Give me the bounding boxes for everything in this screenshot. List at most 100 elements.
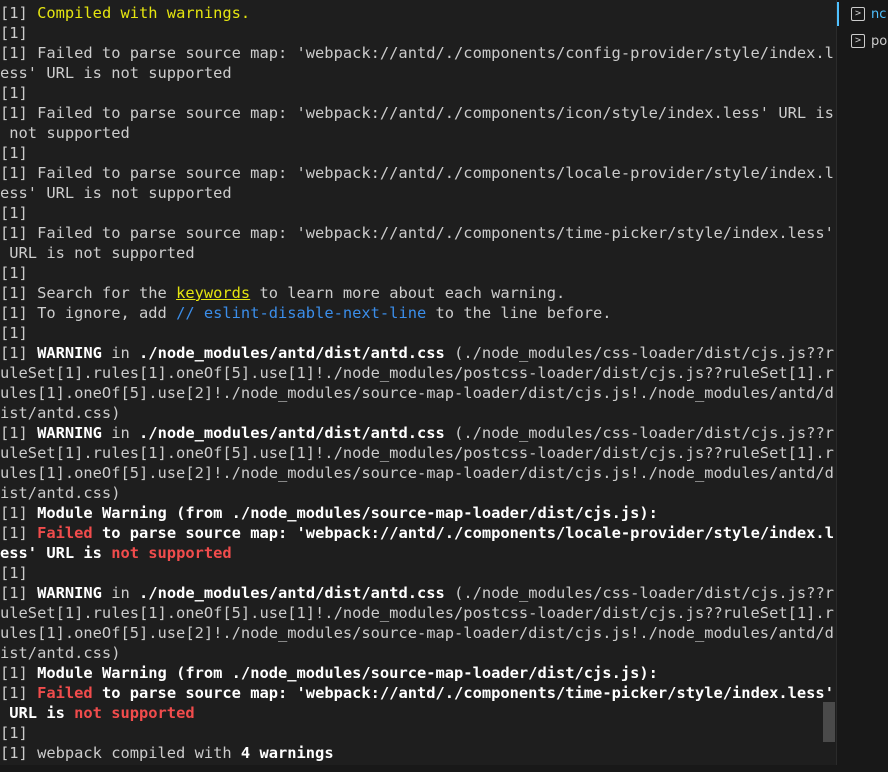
terminal-text-segment: [1] [0,724,28,742]
terminal-line: ess' URL is not supported [0,543,232,563]
terminal-line: [1] Failed to parse source map: 'webpack… [0,43,834,63]
terminal-text-segment: [1] [0,264,28,282]
terminal-text-segment: ess' URL is not supported [0,184,232,202]
terminal-line: [1] Module Warning (from ./node_modules/… [0,503,658,523]
terminal-line: [1] webpack compiled with 4 warnings [0,743,334,763]
terminal-text-segment: not supported [74,704,195,722]
terminal-text-segment: ules[1].oneOf[5].use[2]!./node_modules/s… [0,464,834,482]
terminal-text-segment: ./node_modules/antd/dist/antd.css [139,424,445,442]
terminal-text-segment: [1] Failed to parse source map: 'webpack… [0,224,834,242]
terminal-text-segment: [1] [0,584,38,602]
terminal-text-segment: Module Warning (from ./node_modules/sour… [37,504,658,522]
terminal-line: ules[1].oneOf[5].use[2]!./node_modules/s… [0,463,834,483]
terminal-text-segment: URL is [0,704,75,722]
terminal-line: ess' URL is not supported [0,63,232,83]
terminal-text-segment: ess' URL is not supported [0,64,232,82]
terminal-text-segment: to learn more about each warning. [250,284,566,302]
terminal-text-segment: (./node_modules/css-loader/dist/cjs.js??… [444,584,834,602]
terminal-line: uleSet[1].rules[1].oneOf[5].use[1]!./nod… [0,443,834,463]
terminal-line: ist/antd.css) [0,403,120,423]
terminal-line: [1] Failed to parse source map: 'webpack… [0,683,834,703]
terminal-text-segment: ./node_modules/antd/dist/antd.css [139,584,445,602]
terminal-text-segment: ist/antd.css) [0,484,121,502]
terminal-text-segment: [1] webpack compiled with [0,744,241,762]
terminal-text-segment: [1] Failed to parse source map: 'webpack… [0,104,834,122]
terminal-text-segment: // eslint-disable-next-line [176,304,427,322]
terminal-text-segment: [1] Failed to parse source map: 'webpack… [0,164,834,182]
terminal-line: ules[1].oneOf[5].use[2]!./node_modules/s… [0,623,834,643]
terminal-line: ist/antd.css) [0,483,120,503]
terminal-line: [1] Search for the keywords to learn mor… [0,283,565,303]
terminal-text-segment: ./node_modules/antd/dist/antd.css [139,344,445,362]
terminal-text-segment: not supported [0,124,130,142]
terminal-text-segment: WARNING [37,584,102,602]
terminal-text-segment: [1] To ignore, add [0,304,177,322]
terminal-line: URL is not supported [0,243,195,263]
terminal-tab-label: nc [871,6,887,22]
terminal-text-segment: uleSet[1].rules[1].oneOf[5].use[1]!./nod… [0,364,834,382]
terminal-text-segment: URL is not supported [0,244,195,262]
terminal-text-segment: [1] [0,564,28,582]
terminal-text-segment: [1] [0,664,38,682]
terminal-text-segment: [1] [0,524,38,542]
terminal-line: [1] [0,723,28,743]
terminal-text-segment: ules[1].oneOf[5].use[2]!./node_modules/s… [0,384,834,402]
terminal-line: [1] WARNING in ./node_modules/antd/dist/… [0,583,834,603]
terminal-line: [1] [0,143,28,163]
terminal-text-segment: uleSet[1].rules[1].oneOf[5].use[1]!./nod… [0,444,834,462]
terminal-line: [1] [0,263,28,283]
terminal-link[interactable]: keywords [176,284,250,302]
terminal-line: [1] [0,83,28,103]
terminal-text-segment: WARNING [37,424,102,442]
terminal-line: uleSet[1].rules[1].oneOf[5].use[1]!./nod… [0,363,834,383]
terminal-line: [1] WARNING in ./node_modules/antd/dist/… [0,343,834,363]
terminal-text-segment: 4 warnings [240,744,334,762]
terminal-icon: > [851,7,865,21]
terminal-text-segment: Failed [37,684,93,702]
terminal-icon: > [851,34,865,48]
terminal-list-panel: > nc > po [836,0,888,772]
terminal-line: ist/antd.css) [0,643,120,663]
terminal-text-segment: WARNING [37,344,102,362]
terminal-text-segment: [1] [0,344,38,362]
terminal-text-segment: Module Warning (from ./node_modules/sour… [37,664,658,682]
terminal-text-segment: ist/antd.css) [0,644,121,662]
terminal-text-segment: [1] [0,204,28,222]
terminal-text-segment: [1] Failed to parse source map: 'webpack… [0,44,834,62]
terminal-text-segment: ules[1].oneOf[5].use[2]!./node_modules/s… [0,624,834,642]
terminal-line: URL is not supported [0,703,195,723]
terminal-line: [1] Module Warning (from ./node_modules/… [0,663,658,683]
terminal-line: [1] Failed to parse source map: 'webpack… [0,223,834,243]
terminal-text-segment: in [101,584,140,602]
active-terminal-indicator [837,2,839,26]
terminal-output[interactable]: [1] Compiled with warnings. [1] [1] Failed… [0,0,836,772]
terminal-text-segment: to parse source map: 'webpack://antd/./c… [92,684,834,702]
terminal-text-segment: ist/antd.css) [0,404,121,422]
terminal-line: ess' URL is not supported [0,183,232,203]
terminal-line: [1] Failed to parse source map: 'webpack… [0,523,834,543]
terminal-line: [1] [0,563,28,583]
terminal-tab-2[interactable]: > po [851,31,887,51]
terminal-line: ules[1].oneOf[5].use[2]!./node_modules/s… [0,383,834,403]
terminal-text-segment: [1] [0,424,38,442]
terminal-line: [1] Failed to parse source map: 'webpack… [0,103,834,123]
terminal-line: [1] [0,23,28,43]
terminal-text-segment: [1] [0,24,28,42]
terminal-text-segment: to parse source map: 'webpack://antd/./c… [92,524,834,542]
terminal-line: [1] [0,323,28,343]
terminal-tab-label: po [871,33,888,49]
status-bar-edge [0,765,888,772]
terminal-line: [1] Failed to parse source map: 'webpack… [0,163,834,183]
terminal-line: [1] [0,203,28,223]
terminal-text-segment: ess' URL is [0,544,112,562]
terminal-text-segment: [1] [0,684,38,702]
terminal-text-segment: [1] [0,144,28,162]
terminal-text-segment: [1] [0,4,38,22]
terminal-line: [1] Compiled with warnings. [0,3,250,23]
terminal-scrollbar-thumb[interactable] [823,702,835,742]
terminal-line: [1] WARNING in ./node_modules/antd/dist/… [0,423,834,443]
terminal-tab-1[interactable]: > nc [851,4,886,24]
terminal-text-segment: in [101,424,140,442]
terminal-text-segment: uleSet[1].rules[1].oneOf[5].use[1]!./nod… [0,604,834,622]
terminal-text-segment: (./node_modules/css-loader/dist/cjs.js??… [444,344,834,362]
